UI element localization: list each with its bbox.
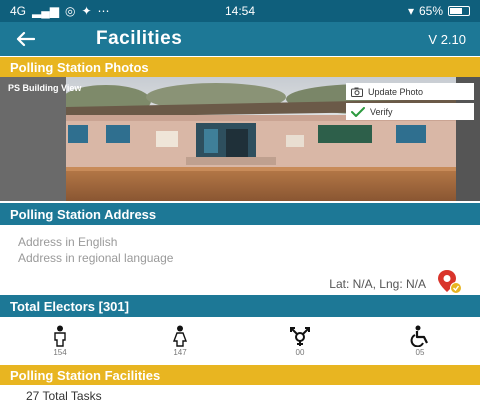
address-section-header: Polling Station Address: [0, 203, 480, 225]
photo-caption: PS Building View: [8, 83, 82, 93]
address-section-title: Polling Station Address: [10, 206, 157, 222]
checkmark-icon: [351, 106, 365, 117]
female-icon: [172, 325, 188, 347]
electors-row: 154 147 00 05: [0, 318, 480, 363]
elector-pwd: 05: [390, 325, 450, 357]
photos-section-header: Polling Station Photos: [0, 57, 480, 77]
elector-pwd-count: 05: [415, 347, 425, 357]
elector-female-count: 147: [173, 347, 187, 357]
pwd-wheelchair-icon: [410, 325, 428, 347]
station-photo[interactable]: PS Building View Update Photo Verify: [0, 77, 480, 201]
elector-female: 147: [150, 325, 210, 357]
photos-section-title: Polling Station Photos: [10, 59, 149, 75]
status-right: ▾ 65%: [408, 4, 470, 18]
total-tasks-label: 27 Total Tasks: [26, 388, 102, 403]
elector-male-count: 154: [53, 347, 67, 357]
elector-male: 154: [30, 325, 90, 357]
latlng-readout: Lat: N/A, Lng: N/A: [329, 277, 426, 291]
back-button[interactable]: [0, 22, 50, 56]
electors-section-title: Total Electors [301]: [10, 298, 129, 314]
battery-percent: 65%: [418, 4, 443, 18]
elector-third-gender-count: 00: [295, 347, 305, 357]
photo-actions: Update Photo Verify: [346, 83, 474, 123]
update-photo-button[interactable]: Update Photo: [346, 83, 474, 100]
address-regional-field[interactable]: Address in regional language: [18, 251, 173, 265]
update-photo-label: Update Photo: [368, 86, 424, 97]
wifi-icon: ▾: [407, 4, 414, 18]
battery-icon: [448, 6, 470, 16]
back-arrow-icon: [16, 31, 35, 47]
status-bar: 4G ▂▄▆ ◎ ✦ ⋯ 14:54 ▾ 65%: [0, 0, 480, 22]
photo-side-left: [0, 77, 66, 201]
elector-third-gender: 00: [270, 325, 330, 357]
camera-icon: [351, 87, 363, 97]
facilities-section-header: Polling Station Facilities: [0, 365, 480, 385]
address-english-field[interactable]: Address in English: [18, 235, 117, 249]
total-tasks-row[interactable]: 27 Total Tasks: [0, 386, 480, 405]
verify-button[interactable]: Verify: [346, 103, 474, 120]
address-block: Address in English Address in regional l…: [0, 225, 480, 295]
app-version: V 2.10: [428, 31, 466, 47]
app-bar: Facilities V 2.10: [0, 22, 480, 56]
male-icon: [54, 325, 66, 347]
facilities-section-title: Polling Station Facilities: [10, 367, 161, 383]
electors-section-header: Total Electors [301]: [0, 295, 480, 317]
third-gender-icon: [290, 326, 310, 346]
location-pin-icon[interactable]: [436, 269, 462, 295]
page-title: Facilities: [96, 28, 183, 49]
verify-label: Verify: [370, 106, 393, 117]
